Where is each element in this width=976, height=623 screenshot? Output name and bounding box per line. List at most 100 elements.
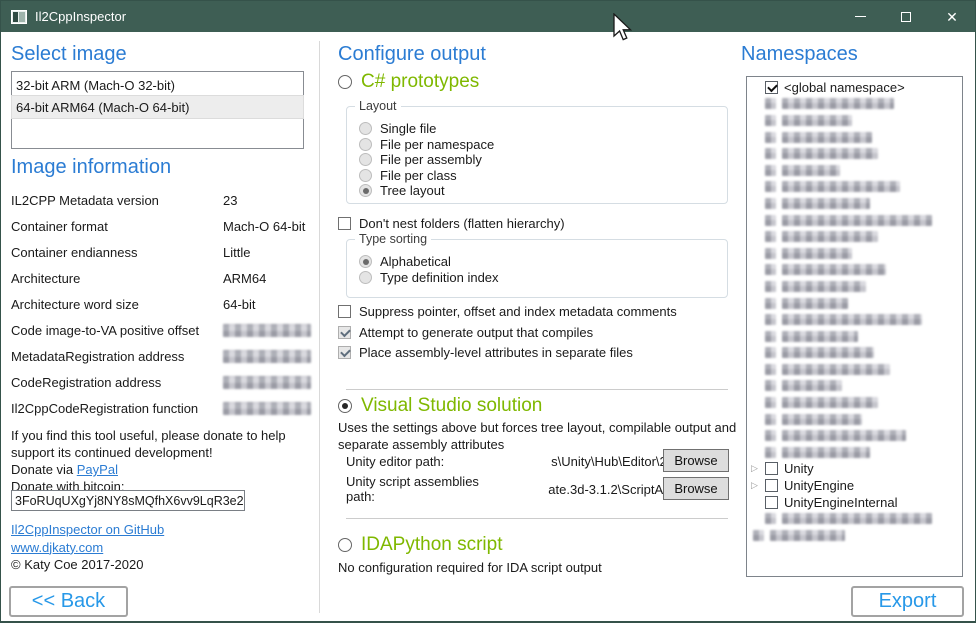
redacted-checkbox — [765, 298, 776, 309]
radio-option[interactable]: Type definition index — [359, 270, 727, 286]
vs-solution-radio[interactable]: Visual Studio solution — [338, 395, 542, 417]
close-button[interactable]: ✕ — [929, 1, 975, 32]
compile-checkbox[interactable]: Attempt to generate output that compiles — [338, 325, 593, 340]
namespace-row[interactable] — [747, 510, 962, 527]
namespace-checkbox[interactable] — [765, 81, 778, 94]
export-button[interactable]: Export — [851, 586, 964, 617]
radio-option[interactable]: Single file — [359, 121, 727, 137]
namespace-row[interactable] — [747, 228, 962, 245]
namespace-row[interactable] — [747, 162, 962, 179]
namespace-row[interactable] — [747, 411, 962, 428]
redacted-checkbox — [765, 397, 776, 408]
image-info-heading: Image information — [11, 156, 171, 179]
namespace-row[interactable]: ▷ Unity — [747, 461, 962, 478]
radio-icon — [338, 538, 352, 552]
namespace-row[interactable] — [747, 295, 962, 312]
namespace-row[interactable] — [747, 527, 962, 544]
donate-via-line: Donate via PayPal — [11, 461, 313, 478]
website-link[interactable]: www.djkaty.com — [11, 540, 103, 555]
redacted-namespace — [782, 347, 874, 358]
namespace-checkbox[interactable] — [765, 462, 778, 475]
back-button[interactable]: << Back — [9, 586, 128, 617]
suppress-checkbox[interactable]: Suppress pointer, offset and index metad… — [338, 304, 677, 319]
namespace-row[interactable] — [747, 112, 962, 129]
browse-editor-button[interactable]: Browse — [663, 449, 729, 472]
redacted-checkbox — [753, 530, 764, 541]
redacted-namespace — [782, 248, 852, 259]
namespace-row[interactable] — [747, 278, 962, 295]
namespace-row[interactable] — [747, 245, 962, 262]
radio-option-label: Alphabetical — [380, 254, 451, 269]
namespace-row[interactable]: <global namespace> — [747, 79, 962, 96]
radio-option-label: File per assembly — [380, 152, 482, 167]
namespace-row[interactable]: UnityEngineInternal — [747, 494, 962, 511]
redacted-namespace — [782, 281, 866, 292]
github-link[interactable]: Il2CppInspector on GitHub — [11, 522, 164, 537]
bitcoin-address-field[interactable]: 3FoRUqUXgYj8NY8sMQfhX6vv9LqR3e2kzz — [11, 490, 245, 511]
namespace-row[interactable] — [747, 212, 962, 229]
maximize-icon — [901, 12, 911, 22]
namespace-row[interactable] — [747, 328, 962, 345]
redacted-checkbox — [765, 513, 776, 524]
expander-icon[interactable]: ▷ — [751, 481, 765, 490]
redacted-checkbox — [765, 215, 776, 226]
namespace-row[interactable] — [747, 195, 962, 212]
expander-icon[interactable]: ▷ — [751, 464, 765, 473]
ida-script-label: IDAPython script — [361, 534, 503, 556]
paypal-link[interactable]: PayPal — [77, 462, 118, 477]
flatten-checkbox[interactable]: Don't nest folders (flatten hierarchy) — [338, 216, 565, 231]
namespace-row[interactable] — [747, 345, 962, 362]
radio-icon — [359, 138, 372, 151]
namespace-label: UnityEngineInternal — [784, 495, 897, 510]
info-row-value: 64-bit — [223, 297, 256, 312]
redacted-namespace — [782, 148, 878, 159]
namespace-row[interactable] — [747, 378, 962, 395]
maximize-button[interactable] — [883, 1, 929, 32]
namespace-row[interactable] — [747, 427, 962, 444]
attrs-checkbox[interactable]: Place assembly-level attributes in separ… — [338, 345, 633, 360]
radio-icon — [359, 184, 372, 197]
namespace-row[interactable] — [747, 179, 962, 196]
select-image-list[interactable]: 32-bit ARM (Mach-O 32-bit)64-bit ARM64 (… — [11, 71, 304, 149]
cs-prototypes-radio[interactable]: C# prototypes — [338, 71, 479, 93]
redacted-checkbox — [765, 98, 776, 109]
namespace-row[interactable] — [747, 394, 962, 411]
namespace-row[interactable] — [747, 262, 962, 279]
browse-assemblies-button[interactable]: Browse — [663, 477, 729, 500]
ida-script-radio[interactable]: IDAPython script — [338, 534, 503, 556]
namespace-row[interactable] — [747, 96, 962, 113]
radio-icon — [359, 169, 372, 182]
redacted-value — [223, 350, 311, 363]
info-row-label: Container endianness — [11, 245, 137, 260]
namespace-checkbox[interactable] — [765, 479, 778, 492]
namespace-row[interactable] — [747, 145, 962, 162]
donate-appeal: If you find this tool useful, please don… — [11, 427, 313, 461]
minimize-button[interactable] — [837, 1, 883, 32]
namespace-label: Unity — [784, 461, 814, 476]
radio-option[interactable]: File per class — [359, 168, 727, 184]
redacted-namespace — [770, 530, 845, 541]
namespace-checkbox[interactable] — [765, 496, 778, 509]
info-row-label: MetadataRegistration address — [11, 349, 184, 364]
redacted-checkbox — [765, 148, 776, 159]
namespace-row[interactable] — [747, 361, 962, 378]
namespaces-list[interactable]: <global namespace> ▷ Unity▷UnityEngineUnit… — [746, 76, 963, 577]
namespace-row[interactable] — [747, 129, 962, 146]
info-row: Container endiannessLittle — [11, 239, 311, 265]
image-list-item[interactable]: 64-bit ARM64 (Mach-O 64-bit) — [12, 96, 303, 118]
radio-option-label: Tree layout — [380, 183, 445, 198]
flatten-label: Don't nest folders (flatten hierarchy) — [359, 216, 565, 231]
radio-option[interactable]: File per assembly — [359, 152, 727, 168]
redacted-checkbox — [765, 364, 776, 375]
radio-option[interactable]: Alphabetical — [359, 254, 727, 270]
radio-option[interactable]: Tree layout — [359, 183, 727, 199]
radio-option[interactable]: File per namespace — [359, 137, 727, 153]
namespace-row[interactable]: ▷UnityEngine — [747, 477, 962, 494]
redacted-checkbox — [765, 248, 776, 259]
image-list-item[interactable]: 32-bit ARM (Mach-O 32-bit) — [12, 74, 303, 96]
info-row-label: CodeRegistration address — [11, 375, 161, 390]
namespace-row[interactable] — [747, 444, 962, 461]
bitcoin-address: 3FoRUqUXgYj8NY8sMQfhX6vv9LqR3e2kzz — [15, 494, 245, 508]
layout-group-label: Layout — [355, 99, 401, 113]
namespace-row[interactable] — [747, 311, 962, 328]
